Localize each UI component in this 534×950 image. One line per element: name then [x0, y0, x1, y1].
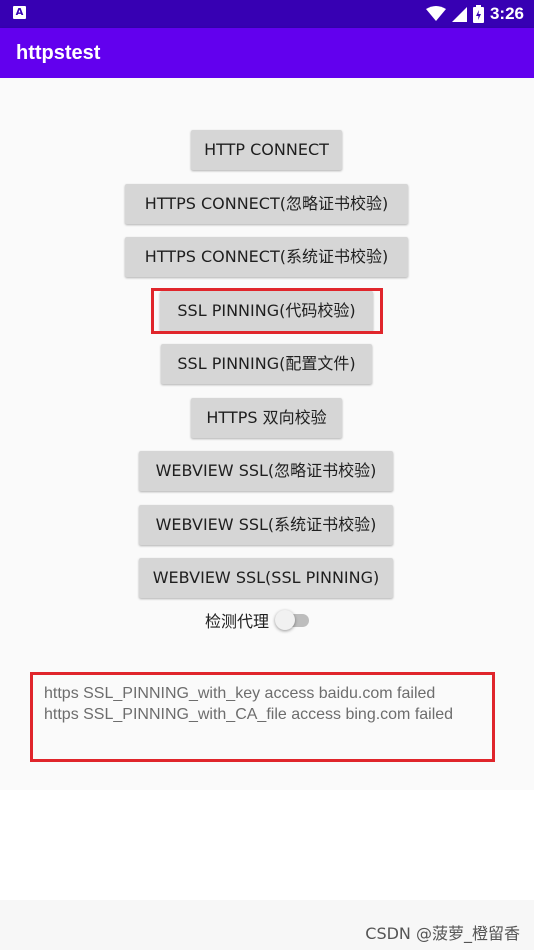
https-mutual-auth-button[interactable]: HTTPS 双向校验: [191, 398, 342, 438]
proxy-detect-row: 检测代理: [205, 608, 311, 632]
https-connect-ignore-button[interactable]: HTTPS CONNECT(忽略证书校验): [125, 184, 408, 224]
result-text: https SSL_PINNING_with_key access baidu.…: [44, 683, 484, 725]
main-content: HTTP CONNECT HTTPS CONNECT(忽略证书校验) HTTPS…: [0, 78, 534, 790]
https-connect-system-button[interactable]: HTTPS CONNECT(系统证书校验): [125, 237, 408, 277]
app-bar: httpstest: [0, 28, 534, 78]
ssl-pinning-config-button[interactable]: SSL PINNING(配置文件): [161, 344, 372, 384]
watermark: CSDN @菠萝_橙留香: [365, 924, 520, 943]
proxy-detect-switch[interactable]: [275, 610, 311, 630]
webview-ssl-system-button[interactable]: WEBVIEW SSL(系统证书校验): [139, 505, 393, 545]
status-icons: 3:26: [425, 0, 524, 28]
wifi-icon: [425, 6, 446, 21]
status-bar: A 3:26: [0, 0, 534, 28]
webview-ssl-ignore-button[interactable]: WEBVIEW SSL(忽略证书校验): [139, 451, 393, 491]
webview-ssl-pinning-button[interactable]: WEBVIEW SSL(SSL PINNING): [139, 558, 393, 598]
app-notification-icon: A: [13, 6, 26, 19]
app-title: httpstest: [16, 42, 101, 64]
battery-icon: [472, 5, 484, 23]
result-line: https SSL_PINNING_with_key access baidu.…: [44, 685, 436, 702]
status-time: 3:26: [489, 4, 524, 23]
highlight-pinning-button: [151, 288, 383, 334]
proxy-detect-label: 检测代理: [205, 612, 270, 631]
signal-icon: [451, 6, 467, 22]
switch-thumb: [275, 610, 296, 630]
http-connect-button[interactable]: HTTP CONNECT: [191, 130, 342, 170]
result-line: https SSL_PINNING_with_CA_file access bi…: [44, 706, 454, 723]
